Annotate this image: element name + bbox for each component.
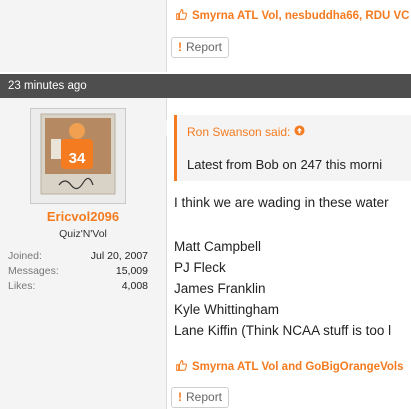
message-line: PJ Fleck (174, 260, 226, 275)
previous-post-report-button[interactable]: ! Report (171, 37, 230, 58)
thumbs-up-icon (176, 360, 188, 374)
previous-post-likes-text: Smyrna ATL Vol, nesbuddha66, RDU VC (192, 10, 410, 22)
user-avatar[interactable]: 34 (30, 108, 126, 204)
stat-label: Joined: (8, 250, 42, 262)
quote-text: Latest from Bob on 247 this morni (187, 157, 383, 172)
user-title: Quiz'N'Vol (59, 228, 107, 240)
stat-label: Likes: (8, 280, 36, 292)
message-pointer (159, 120, 167, 136)
post-date-bar: 23 minutes ago (0, 74, 411, 98)
arrow-up-circle-icon (294, 125, 305, 139)
quote-author: Ron Swanson said: (187, 125, 291, 139)
exclamation-icon: ! (178, 40, 182, 54)
thumbs-up-icon (176, 9, 188, 23)
user-stat-likes: Likes: 4,008 (8, 280, 148, 292)
stat-value: 15,009 (115, 265, 148, 277)
message-line: I think we are wading in these water (174, 195, 389, 210)
post-timestamp[interactable]: 23 minutes ago (8, 80, 87, 92)
quote-attribution[interactable]: Ron Swanson said: (187, 125, 305, 139)
report-label: Report (186, 390, 223, 404)
stat-value: 4,008 (121, 280, 148, 292)
report-label: Report (186, 40, 223, 54)
message-line: Lane Kiffin (Think NCAA stuff is too l (174, 323, 392, 338)
message-line: Kyle Whittingham (174, 302, 280, 317)
user-stat-messages: Messages: 15,009 (8, 265, 148, 277)
post-report-button[interactable]: ! Report (171, 387, 230, 408)
post-likes[interactable]: Smyrna ATL Vol and GoBigOrangeVols (176, 360, 404, 374)
message-line: James Franklin (174, 281, 266, 296)
username-link[interactable]: Ericvol2096 (0, 209, 166, 224)
exclamation-icon: ! (178, 390, 182, 404)
user-stat-joined: Joined: Jul 20, 2007 (8, 250, 148, 262)
previous-post-user-column (0, 0, 167, 72)
message-line: Matt Campbell (174, 239, 262, 254)
post-likes-text: Smyrna ATL Vol and GoBigOrangeVols (192, 361, 404, 373)
previous-post-likes[interactable]: Smyrna ATL Vol, nesbuddha66, RDU VC (176, 9, 409, 23)
avatar-photo-icon: 34 (31, 109, 125, 203)
stat-label: Messages: (8, 265, 59, 277)
stat-value: Jul 20, 2007 (90, 250, 148, 262)
previous-post-footer: Smyrna ATL Vol, nesbuddha66, RDU VC ! Re… (0, 0, 411, 72)
svg-text:34: 34 (69, 150, 86, 167)
quote-block: Ron Swanson said: Latest from Bob on 247… (174, 115, 411, 181)
